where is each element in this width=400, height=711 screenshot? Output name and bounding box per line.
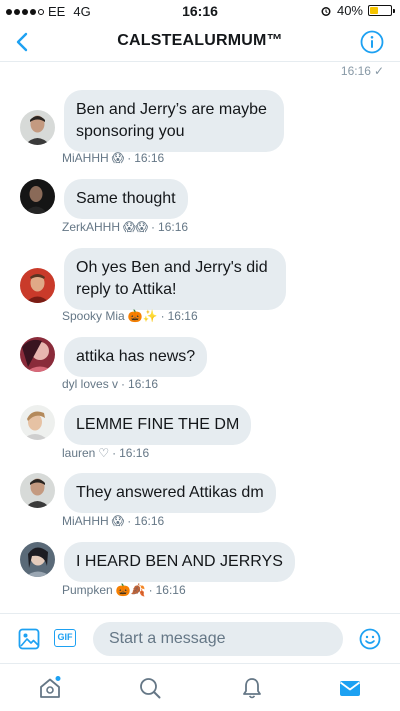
avatar[interactable]: [20, 268, 55, 303]
meta-separator: ·: [121, 377, 126, 391]
message-bubble[interactable]: I HEARD BEN AND JERRYS: [64, 542, 295, 582]
sender-emoji: 😱: [111, 151, 125, 165]
message-text: Same thought: [76, 190, 176, 207]
message-meta: dyl loves v · 16:16: [62, 377, 158, 391]
image-icon[interactable]: [18, 628, 40, 650]
messages-icon[interactable]: [338, 676, 362, 700]
meta-separator: ·: [151, 220, 156, 234]
message-text: LEMME FINE THE DM: [76, 416, 240, 433]
message-bubble[interactable]: Oh yes Ben and Jerry's did reply to Atti…: [64, 248, 286, 310]
status-bar: EE 4G 16:16 40%: [0, 0, 400, 22]
message-meta: MiAHHH 😱 · 16:16: [62, 151, 164, 165]
sender-name: dyl loves v: [62, 377, 119, 391]
sender-emoji: 😱: [111, 514, 125, 528]
message-time: 16:16: [128, 377, 159, 391]
search-icon[interactable]: [138, 676, 162, 700]
status-right: 40%: [320, 3, 395, 18]
message-meta: MiAHHH 😱 · 16:16: [62, 514, 164, 528]
meta-separator: ·: [160, 309, 165, 323]
conversation-header: CALSTEALURMUM™: [0, 22, 400, 62]
message-meta: Pumpken 🎃🍂 · 16:16: [62, 583, 186, 597]
message-meta: lauren ♡ · 16:16: [62, 446, 149, 460]
message-bubble[interactable]: Ben and Jerry’s are maybe sponsoring you: [64, 90, 284, 152]
message-time: 16:16: [167, 309, 198, 323]
avatar[interactable]: [20, 473, 55, 508]
message-text: They answered Attikas dm: [76, 484, 264, 501]
sender-name: Pumpken: [62, 583, 113, 597]
meta-separator: ·: [112, 446, 117, 460]
message-meta: ZerkAHHH 😱😱 · 16:16: [62, 220, 188, 234]
avatar[interactable]: [20, 405, 55, 440]
sender-name: ZerkAHHH: [62, 220, 121, 234]
message-bubble[interactable]: Same thought: [64, 179, 188, 219]
message-composer: GIF: [0, 613, 400, 663]
battery-icon: [368, 5, 395, 16]
sender-emoji: 🎃✨: [127, 309, 158, 323]
message-time: 16:16: [119, 446, 150, 460]
emoji-icon[interactable]: [359, 628, 381, 650]
message-meta: Spooky Mia 🎃✨ · 16:16: [62, 309, 198, 323]
meta-separator: ·: [148, 583, 153, 597]
battery-percent: 40%: [336, 3, 363, 18]
sender-name: MiAHHH: [62, 151, 109, 165]
alarm-icon: [321, 6, 331, 16]
bottom-tab-bar: [0, 663, 400, 711]
sender-name: lauren: [62, 446, 96, 460]
avatar[interactable]: [20, 110, 55, 145]
message-bubble[interactable]: attika has news?: [64, 337, 208, 377]
sent-time: 16:16: [340, 64, 371, 78]
avatar[interactable]: [20, 337, 55, 372]
sent-check-icon: ✓: [373, 64, 384, 78]
sent-message-meta: 16:16 ✓: [341, 64, 384, 78]
message-text: I HEARD BEN AND JERRYS: [76, 553, 283, 570]
info-icon[interactable]: [360, 30, 384, 54]
sender-name: Spooky Mia: [62, 309, 125, 323]
message-input[interactable]: [93, 622, 343, 656]
message-time: 16:16: [134, 514, 165, 528]
conversation-title: CALSTEALURMUM™: [117, 32, 283, 49]
message-bubble[interactable]: They answered Attikas dm: [64, 473, 276, 513]
sender-emoji: 🎃🍂: [115, 583, 146, 597]
avatar[interactable]: [20, 179, 55, 214]
back-chevron-icon[interactable]: [10, 28, 36, 56]
meta-separator: ·: [127, 514, 132, 528]
sender-name: MiAHHH: [62, 514, 109, 528]
message-time: 16:16: [155, 583, 186, 597]
home-icon[interactable]: [38, 676, 62, 700]
gif-button[interactable]: GIF: [54, 629, 76, 647]
battery-level: [370, 7, 378, 14]
message-bubble[interactable]: LEMME FINE THE DM: [64, 405, 252, 445]
meta-separator: ·: [127, 151, 132, 165]
notifications-icon[interactable]: [240, 676, 264, 700]
avatar[interactable]: [20, 542, 55, 577]
sender-emoji: 😱😱: [123, 220, 149, 234]
message-text: attika has news?: [76, 348, 196, 365]
message-time: 16:16: [158, 220, 189, 234]
message-text: Oh yes Ben and Jerry's did reply to Atti…: [76, 259, 268, 298]
heart-icon: ♡: [98, 446, 110, 460]
message-time: 16:16: [134, 151, 165, 165]
message-text: Ben and Jerry’s are maybe sponsoring you: [76, 101, 267, 140]
